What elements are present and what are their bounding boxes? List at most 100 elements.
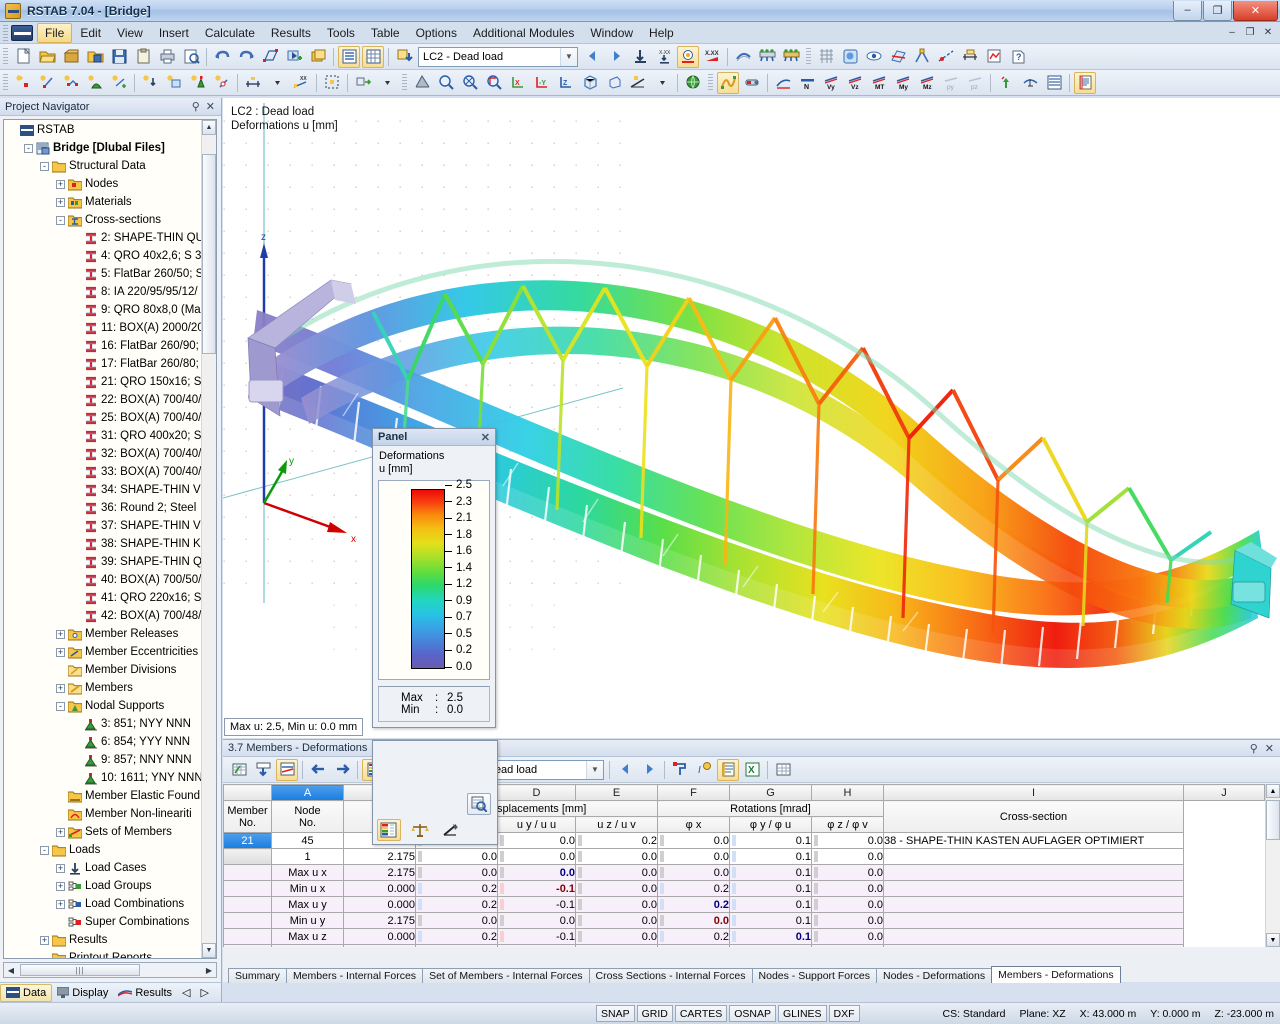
col-letter-I[interactable]: I xyxy=(884,785,1184,801)
annotation-icon[interactable]: XX xyxy=(290,72,312,94)
cell-cross-section[interactable] xyxy=(884,849,1184,865)
undo-icon[interactable] xyxy=(211,46,233,68)
hscroll-right-icon[interactable]: ▶ xyxy=(202,966,216,975)
maximize-button[interactable]: ❐ xyxy=(1203,1,1232,21)
close-button[interactable]: ✕ xyxy=(1233,1,1278,21)
new-material-icon[interactable] xyxy=(84,72,106,94)
tab-display[interactable]: Display xyxy=(52,987,113,999)
view-y-icon[interactable]: -Y xyxy=(531,72,553,94)
tree-toggle-icon[interactable]: - xyxy=(56,702,65,711)
new-file-icon[interactable] xyxy=(12,46,34,68)
show-supports-icon[interactable] xyxy=(756,46,778,68)
measure-icon[interactable] xyxy=(959,46,981,68)
tree-toggle-icon[interactable]: + xyxy=(56,882,65,891)
tree-item[interactable]: -Bridge [Dlubal Files] xyxy=(4,139,201,157)
table-close-icon[interactable]: ✕ xyxy=(1265,742,1274,755)
save-icon[interactable] xyxy=(108,46,130,68)
menu-file[interactable]: File xyxy=(37,23,72,43)
tree-item[interactable]: 41: QRO 220x16; S xyxy=(4,589,201,607)
render-model-icon[interactable] xyxy=(411,72,433,94)
cell-phiz[interactable]: 0.0 xyxy=(812,881,884,897)
result-tab-bar[interactable]: SummaryMembers - Internal ForcesSet of M… xyxy=(228,966,1120,983)
cell-phix[interactable]: 0.0 xyxy=(658,849,730,865)
tree-item[interactable]: +Nodes xyxy=(4,175,201,193)
result-values-icon[interactable]: X.XX xyxy=(701,46,723,68)
print-preview-icon[interactable] xyxy=(180,46,202,68)
cell-node-no[interactable]: Max u x xyxy=(272,865,344,881)
col-letter-A[interactable]: A xyxy=(272,785,344,801)
clipboard-icon[interactable] xyxy=(132,46,154,68)
cell-uz[interactable]: 0.0 xyxy=(576,881,658,897)
cell-member-no[interactable] xyxy=(224,929,272,945)
cell-phiy[interactable]: 0.1 xyxy=(730,913,812,929)
prev-loadcase-icon[interactable] xyxy=(581,46,603,68)
tree-item[interactable]: +Results xyxy=(4,931,201,949)
tree-item[interactable]: 39: SHAPE-THIN Q xyxy=(4,553,201,571)
cell-cross-section[interactable] xyxy=(884,897,1184,913)
tree-item[interactable]: Member Elastic Found xyxy=(4,787,201,805)
cell-uy[interactable]: 0.0 xyxy=(498,833,576,849)
cell-ux[interactable]: 0.0 xyxy=(416,849,498,865)
navigator-tree[interactable]: RSTAB-Bridge [Dlubal Files]-Structural D… xyxy=(3,119,217,959)
snap-icon[interactable] xyxy=(911,46,933,68)
scroll-down-icon[interactable]: ▼ xyxy=(202,943,216,958)
tree-item[interactable]: 3: 851; NYY NNN xyxy=(4,715,201,733)
menu-view[interactable]: View xyxy=(109,23,151,43)
show-deformation-icon[interactable] xyxy=(717,72,739,94)
table-row[interactable]: Max u y0.0000.2-0.10.00.20.10.0 xyxy=(224,897,1265,913)
import-loadcase-icon[interactable] xyxy=(393,46,415,68)
tree-item[interactable]: +Members xyxy=(4,679,201,697)
results-panel[interactable]: Panel ✕ Deformations u [mm] 2.52.32.11.8… xyxy=(372,428,496,728)
cell-uy[interactable]: 0.0 xyxy=(498,865,576,881)
new-member-icon[interactable] xyxy=(36,72,58,94)
cell-member-no[interactable] xyxy=(224,865,272,881)
cell-node-no[interactable]: Max u z xyxy=(272,929,344,945)
cell-uy[interactable]: -0.1 xyxy=(498,929,576,945)
cell-member-no[interactable]: 21 xyxy=(224,833,272,849)
menu-options[interactable]: Options xyxy=(408,23,465,43)
col-letter-D[interactable]: D xyxy=(498,785,576,801)
cell-phiy[interactable]: 0.1 xyxy=(730,881,812,897)
scroll-up-icon[interactable]: ▲ xyxy=(202,120,216,135)
load-value-icon[interactable]: X.XX xyxy=(653,46,675,68)
popup-colorbar-icon[interactable] xyxy=(377,819,401,841)
cell-location[interactable]: 2.175 xyxy=(344,913,416,929)
tree-hscrollbar[interactable]: ◀ ||| ▶ xyxy=(3,962,217,978)
cell-location[interactable]: 2.175 xyxy=(344,849,416,865)
tree-toggle-icon[interactable]: - xyxy=(40,162,49,171)
next-loadcase-icon[interactable] xyxy=(605,46,627,68)
table-info-icon[interactable]: I xyxy=(693,759,715,781)
col-letter-G[interactable]: G xyxy=(730,785,812,801)
cell-uz[interactable]: 0.2 xyxy=(576,833,658,849)
folder-new-icon[interactable] xyxy=(307,46,329,68)
tree-toggle-icon[interactable]: + xyxy=(56,828,65,837)
cell-member-no[interactable] xyxy=(224,897,272,913)
statusbar-glines[interactable]: GLINES xyxy=(778,1005,827,1022)
table-pin-icon[interactable]: ⚲ xyxy=(1250,742,1258,755)
cell-phix[interactable]: 0.0 xyxy=(658,865,730,881)
cell-phiy[interactable]: 0.1 xyxy=(730,849,812,865)
cell-location[interactable]: 2.175 xyxy=(344,945,416,948)
tree-item[interactable]: 11: BOX(A) 2000/20 xyxy=(4,319,201,337)
tree-item[interactable]: 6: 854; YYY NNN xyxy=(4,733,201,751)
cell-phiy[interactable]: 0.1 xyxy=(730,945,812,948)
tree-item[interactable]: +Member Eccentricities xyxy=(4,643,201,661)
cell-phiz[interactable]: 0.0 xyxy=(812,945,884,948)
tree-item[interactable]: 38: SHAPE-THIN K xyxy=(4,535,201,553)
menu-help[interactable]: Help xyxy=(641,23,682,43)
statusbar-dxf[interactable]: DXF xyxy=(829,1005,860,1022)
dimension-dropdown-icon[interactable] xyxy=(266,72,288,94)
table-row[interactable]: 12.1750.00.00.00.00.10.0 xyxy=(224,849,1265,865)
result-pz-icon[interactable]: pz xyxy=(964,72,986,94)
cell-phix[interactable]: 0.2 xyxy=(658,929,730,945)
cell-location[interactable]: 2.175 xyxy=(344,865,416,881)
table-scroll-up-icon[interactable]: ▲ xyxy=(1266,784,1280,798)
table-printout-icon[interactable] xyxy=(717,759,739,781)
result-vy-icon[interactable]: Vy xyxy=(820,72,842,94)
new-section-icon[interactable] xyxy=(60,72,82,94)
result-mt-icon[interactable]: MT xyxy=(868,72,890,94)
cell-phiy[interactable]: 0.1 xyxy=(730,833,812,849)
cell-uz[interactable]: 0.0 xyxy=(576,897,658,913)
new-nodal-load-icon[interactable] xyxy=(139,72,161,94)
view-dropdown-icon[interactable] xyxy=(651,72,673,94)
